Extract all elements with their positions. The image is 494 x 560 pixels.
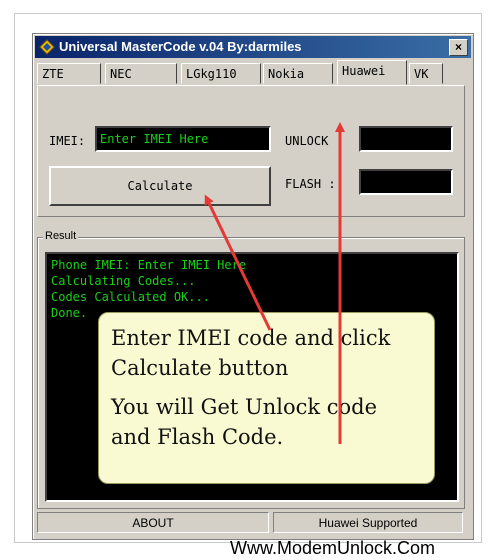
tab-zte[interactable]: ZTE [37,63,101,84]
tab-nec[interactable]: NEC [105,63,177,84]
imei-input[interactable]: Enter IMEI Here [95,126,271,152]
annotation-line-2: You will Get Unlock code and Flash Code. [111,395,378,449]
about-button[interactable]: ABOUT [37,512,269,533]
title-bar[interactable]: Universal MasterCode v.04 By:darmiles × [35,36,471,58]
calculate-button-label: Calculate [127,179,193,193]
annotation-callout: Enter IMEI code and click Calculate butt… [98,312,435,484]
imei-label: IMEI: [49,134,86,148]
unlock-label: UNLOCK : [285,134,343,148]
flash-label: FLASH : [285,177,336,191]
close-button[interactable]: × [449,39,468,56]
tab-vk[interactable]: VK [409,63,443,84]
flash-code-field[interactable] [359,169,453,195]
supported-status: Huawei Supported [273,512,463,533]
calculate-button[interactable]: Calculate [49,166,271,206]
watermark-text: Www.ModemUnlock.Com [230,538,436,558]
result-line: Calculating Codes... [51,274,196,288]
result-line: Phone IMEI: Enter IMEI Here [51,258,247,272]
result-line: Codes Calculated OK... [51,290,210,304]
app-diamond-icon [39,39,55,55]
unlock-code-field[interactable] [359,126,453,152]
result-group-label: Result [43,230,79,242]
window-title: Universal MasterCode v.04 By:darmiles [59,39,302,54]
tab-huawei[interactable]: Huawei [337,60,407,85]
tab-lgkg110[interactable]: LGkg110 [181,63,261,84]
annotation-line-1: Enter IMEI code and click Calculate butt… [111,326,391,380]
tab-nokia[interactable]: Nokia [263,63,333,84]
